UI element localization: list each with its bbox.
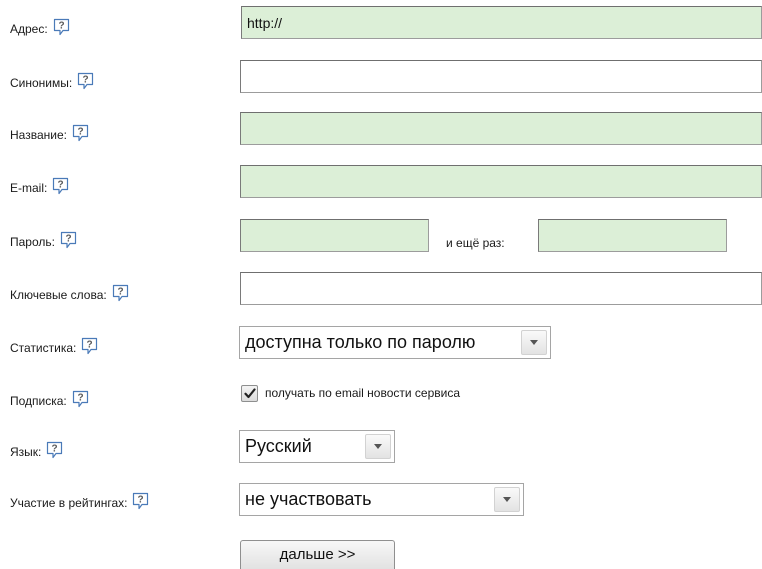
svg-text:?: ? bbox=[77, 127, 83, 138]
statistics-help-icon[interactable]: ? bbox=[81, 337, 98, 355]
language-label: Язык: bbox=[10, 445, 42, 459]
email-row-label: E-mail: ? bbox=[10, 177, 69, 195]
chevron-down-icon[interactable] bbox=[521, 330, 547, 355]
ratings-label: Участие в рейтингах: bbox=[10, 496, 128, 510]
password-again-label: и ещё раз: bbox=[446, 236, 505, 250]
ratings-row-label: Участие в рейтингах: ? bbox=[10, 492, 149, 510]
ratings-help-icon[interactable]: ? bbox=[132, 492, 149, 510]
ratings-select[interactable]: не участвовать bbox=[239, 483, 524, 516]
svg-text:?: ? bbox=[58, 180, 64, 191]
svg-text:?: ? bbox=[58, 21, 64, 32]
svg-text:?: ? bbox=[87, 340, 93, 351]
password-label: Пароль: bbox=[10, 235, 55, 249]
address-input[interactable] bbox=[241, 6, 762, 39]
keywords-help-icon[interactable]: ? bbox=[112, 284, 129, 302]
checkmark-icon bbox=[243, 388, 256, 399]
svg-text:?: ? bbox=[52, 444, 58, 455]
subscription-row-label: Подписка: ? bbox=[10, 390, 89, 408]
keywords-row-label: Ключевые слова: ? bbox=[10, 284, 129, 302]
keywords-input[interactable] bbox=[240, 272, 762, 305]
title-row-label: Название: ? bbox=[10, 124, 89, 142]
address-row-label: Адрес: ? bbox=[10, 18, 70, 36]
next-button[interactable]: дальше >> bbox=[240, 540, 395, 569]
ratings-selected-value: не участвовать bbox=[245, 489, 372, 509]
svg-text:?: ? bbox=[77, 393, 83, 404]
language-selected-value: Русский bbox=[245, 436, 312, 456]
title-label: Название: bbox=[10, 128, 67, 142]
address-help-icon[interactable]: ? bbox=[53, 18, 70, 36]
subscription-label: Подписка: bbox=[10, 394, 67, 408]
synonyms-label: Синонимы: bbox=[10, 76, 73, 90]
email-label: E-mail: bbox=[10, 181, 48, 195]
address-label: Адрес: bbox=[10, 22, 48, 36]
svg-text:?: ? bbox=[138, 495, 144, 506]
title-input[interactable] bbox=[240, 112, 762, 145]
language-help-icon[interactable]: ? bbox=[46, 441, 63, 459]
password-row-label: Пароль: ? bbox=[10, 231, 77, 249]
password-input[interactable] bbox=[240, 219, 429, 252]
subscription-help-icon[interactable]: ? bbox=[72, 390, 89, 408]
synonyms-row-label: Синонимы: ? bbox=[10, 72, 94, 90]
language-select[interactable]: Русский bbox=[239, 430, 395, 463]
email-input[interactable] bbox=[240, 165, 762, 198]
keywords-label: Ключевые слова: bbox=[10, 288, 107, 302]
subscription-checkbox-label[interactable]: получать по email новости сервиса bbox=[265, 386, 460, 400]
statistics-selected-value: доступна только по паролю bbox=[245, 332, 476, 352]
statistics-row-label: Статистика: ? bbox=[10, 337, 98, 355]
subscription-checkbox[interactable] bbox=[241, 385, 258, 402]
svg-text:?: ? bbox=[117, 287, 123, 298]
password-help-icon[interactable]: ? bbox=[60, 231, 77, 249]
language-row-label: Язык: ? bbox=[10, 441, 63, 459]
chevron-down-icon[interactable] bbox=[365, 434, 391, 459]
statistics-select[interactable]: доступна только по паролю bbox=[239, 326, 551, 359]
email-help-icon[interactable]: ? bbox=[52, 177, 69, 195]
synonyms-help-icon[interactable]: ? bbox=[77, 72, 94, 90]
svg-text:?: ? bbox=[65, 234, 71, 245]
password-confirm-input[interactable] bbox=[538, 219, 727, 252]
svg-text:?: ? bbox=[83, 75, 89, 86]
title-help-icon[interactable]: ? bbox=[72, 124, 89, 142]
chevron-down-icon[interactable] bbox=[494, 487, 520, 512]
statistics-label: Статистика: bbox=[10, 341, 77, 355]
synonyms-input[interactable] bbox=[240, 60, 762, 93]
